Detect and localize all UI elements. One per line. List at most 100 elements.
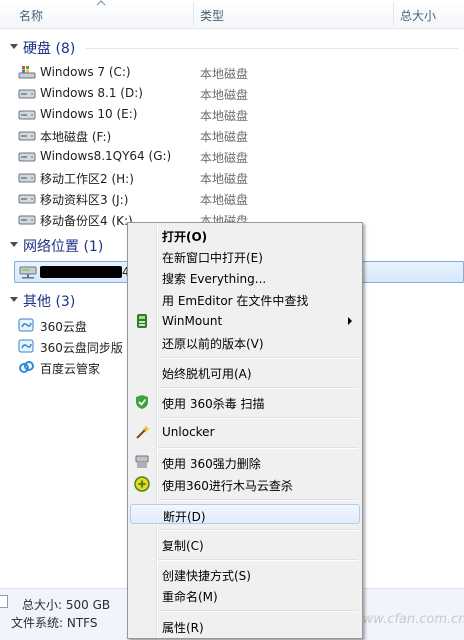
menu-item-copy[interactable]: 复制(C) [130,534,360,554]
menu-item-restore-previous[interactable]: 还原以前的版本(V) [130,332,360,352]
menu-item-always-offline[interactable]: 始终脱机可用(A) [130,362,360,382]
hard-drive-icon [18,191,36,205]
hard-drive-icon [18,149,36,163]
menu-item-label: 断开(D) [163,510,206,524]
drive-name: Windows 10 (E:) [40,107,138,121]
drive-row[interactable]: Windows8.1QY64 (G:) 本地磁盘 [18,146,458,166]
menu-separator [158,610,358,612]
menu-item-create-shortcut[interactable]: 创建快捷方式(S) [130,564,360,584]
shield-360-icon [136,395,148,409]
menu-item-label: 用 EmEditor 在文件中查找 [162,294,309,308]
column-header: 名称 类型 总大小 [0,0,464,29]
filesystem-label: 文件系统: NTFS [11,616,98,630]
menu-item-winmount[interactable]: WinMount [130,311,360,331]
network-drive-icon [19,266,37,279]
drive-name: 本地磁盘 (F:) [40,130,112,144]
shredder-icon [135,455,149,468]
drive-type: 本地磁盘 [200,193,249,207]
drive-name: 移动工作区2 (H:) [40,172,134,186]
menu-item-label: 始终脱机可用(A) [162,367,252,381]
menu-item-unlocker[interactable]: Unlocker [130,422,360,442]
drive-name: 移动备份区4 (K:) [40,214,133,228]
menu-item-label: 属性(R) [162,621,204,635]
menu-item-search-everything[interactable]: 搜索 Everything... [130,267,360,287]
menu-item-label: WinMount [162,314,223,328]
menu-item-label: 创建快捷方式(S) [162,569,251,583]
menu-item-label: 还原以前的版本(V) [162,337,264,351]
menu-item-open-new-window[interactable]: 在新窗口中打开(E) [130,246,360,266]
menu-item-label: 打开(O) [162,230,208,244]
column-name[interactable]: 名称 [19,7,43,24]
column-divider[interactable] [193,2,194,26]
drive-name: Windows8.1QY64 (G:) [40,149,172,163]
item-name: 360云盘 [40,320,87,334]
column-type[interactable]: 类型 [200,7,224,24]
submenu-arrow-icon [348,317,352,325]
collapse-arrow-icon[interactable] [10,297,18,302]
selection-checkbox[interactable] [0,595,8,608]
drive-type: 本地磁盘 [200,88,249,102]
item-name: 百度云管家 [40,362,101,376]
group-hard-disks[interactable]: 硬盘 (8) [23,38,75,58]
hard-drive-icon [18,86,36,100]
menu-separator [158,357,358,359]
winmount-icon [137,314,147,328]
drive-row[interactable]: Windows 10 (E:) 本地磁盘 [18,104,458,124]
menu-item-scan-360[interactable]: 使用 360杀毒 扫描 [130,392,360,412]
group-other[interactable]: 其他 (3) [23,291,75,311]
drive-name: Windows 7 (C:) [40,65,131,79]
total-size-label: 总大小: 500 GB [22,598,111,612]
windows-drive-icon [18,65,36,79]
drive-type: 本地磁盘 [200,172,249,186]
menu-item-open[interactable]: 打开(O) [130,225,360,245]
menu-item-label: 搜索 Everything... [162,272,267,286]
menu-item-label: 使用 360杀毒 扫描 [162,397,265,411]
menu-item-label: 使用 360强力删除 [162,457,261,471]
menu-separator [158,529,358,531]
drive-row[interactable]: Windows 7 (C:) 本地磁盘 [18,62,458,82]
drive-name: Windows 8.1 (D:) [40,86,143,100]
watermark: www.cfan.com.cn [352,612,464,627]
baidu-cloud-icon [19,361,34,373]
context-menu: 打开(O) 在新窗口中打开(E) 搜索 Everything... 用 EmEd… [127,222,363,639]
drive-row[interactable]: 移动工作区2 (H:) 本地磁盘 [18,167,458,187]
menu-separator [158,387,358,389]
menu-separator [158,417,358,419]
column-divider[interactable] [393,2,394,26]
group-divider [86,48,458,49]
trojan-cloud-scan-icon [134,476,150,492]
drive-row[interactable]: Windows 8.1 (D:) 本地磁盘 [18,83,458,103]
menu-item-emeditor-find[interactable]: 用 EmEditor 在文件中查找 [130,289,360,309]
hard-drive-icon [18,128,36,142]
collapse-arrow-icon[interactable] [10,44,18,49]
menu-item-trojan-scan-360[interactable]: 使用360进行木马云查杀 [130,474,360,494]
menu-item-rename[interactable]: 重命名(M) [130,585,360,605]
menu-item-label: Unlocker [162,425,215,439]
hard-drive-icon [18,170,36,184]
menu-item-label: 使用360进行木马云查杀 [162,479,293,493]
drive-type: 本地磁盘 [200,67,249,81]
menu-item-properties[interactable]: 属性(R) [130,616,360,636]
menu-separator [158,447,358,449]
menu-item-disconnect[interactable]: 断开(D) [130,504,360,524]
menu-item-force-delete-360[interactable]: 使用 360强力删除 [130,452,360,472]
collapse-arrow-icon[interactable] [10,242,18,247]
menu-item-label: 重命名(M) [162,590,218,604]
item-name: 360云盘同步版 [40,341,123,355]
menu-item-label: 复制(C) [162,539,204,553]
menu-separator [158,559,358,561]
column-size[interactable]: 总大小 [400,7,436,24]
hard-drive-icon [18,107,36,121]
drive-row[interactable]: 移动资料区3 (J:) 本地磁盘 [18,188,458,208]
hard-drive-icon [18,212,36,226]
menu-separator [158,499,358,501]
drive-row[interactable]: 本地磁盘 (F:) 本地磁盘 [18,125,458,145]
group-network-locations[interactable]: 网络位置 (1) [23,236,103,256]
drive-type: 本地磁盘 [200,130,249,144]
cloud-360-sync-icon [18,339,34,353]
magic-wand-icon [136,425,150,439]
drive-type: 本地磁盘 [200,151,249,165]
menu-item-label: 在新窗口中打开(E) [162,251,263,265]
cloud-360-icon [18,318,34,332]
redacted-network-name [40,266,122,278]
